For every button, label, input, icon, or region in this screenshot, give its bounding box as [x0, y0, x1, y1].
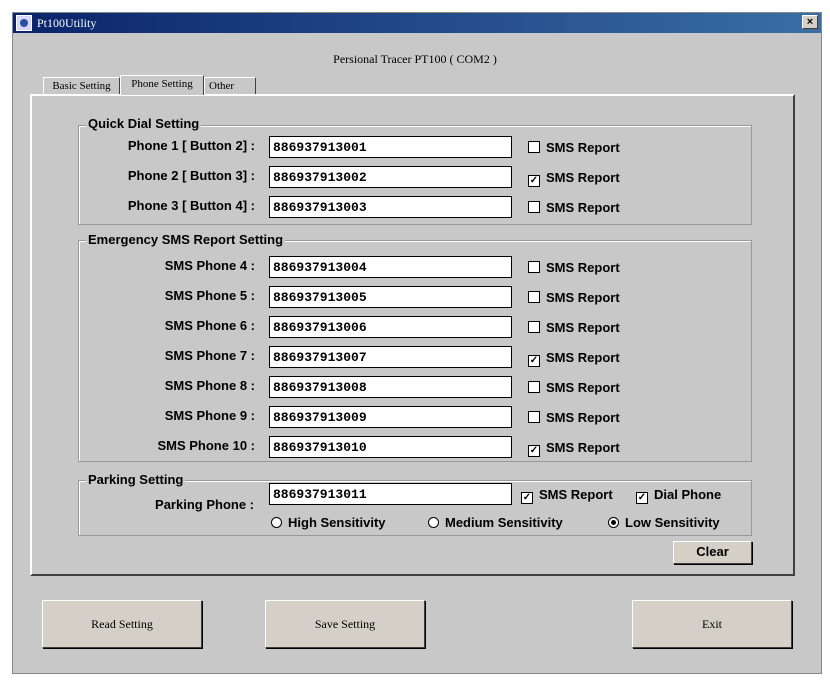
title-bar[interactable]: Pt100Utility × — [13, 13, 821, 33]
radio-low-icon[interactable] — [608, 517, 619, 528]
sms-report-box[interactable] — [528, 411, 540, 423]
sms-report-checkbox[interactable]: SMS Report — [528, 200, 620, 215]
sms-report-label: SMS Report — [546, 320, 620, 335]
close-button[interactable]: × — [802, 15, 818, 29]
tab-basic-setting[interactable]: Basic Setting — [43, 77, 120, 94]
phone-input[interactable]: 886937913001 — [269, 136, 512, 158]
read-setting-button[interactable]: Read Setting — [42, 600, 202, 648]
window-title: Pt100Utility — [37, 16, 97, 30]
app-icon — [16, 15, 32, 31]
phone-label: SMS Phone 10 : — [157, 438, 255, 453]
radio-medium-label: Medium Sensitivity — [445, 515, 563, 530]
parking-sms-box[interactable]: ✓ — [521, 492, 533, 504]
sms-report-box[interactable]: ✓ — [528, 445, 540, 457]
exit-button[interactable]: Exit — [632, 600, 792, 648]
device-label: Persional Tracer PT100 ( COM2 ) — [333, 52, 497, 66]
radio-medium-sensitivity[interactable]: Medium Sensitivity — [428, 515, 563, 530]
radio-low-sensitivity[interactable]: Low Sensitivity — [608, 515, 720, 530]
dial-phone-label: Dial Phone — [654, 487, 722, 502]
phone-label: SMS Phone 6 : — [164, 318, 255, 333]
sms-report-box[interactable] — [528, 141, 540, 153]
parking-phone-input[interactable]: 886937913011 — [269, 483, 512, 505]
dial-phone-checkbox[interactable]: ✓ Dial Phone — [636, 487, 721, 504]
save-setting-button[interactable]: Save Setting — [265, 600, 425, 648]
sms-report-checkbox[interactable]: SMS Report — [528, 320, 620, 335]
parking-title: Parking Setting — [86, 472, 186, 487]
sms-report-checkbox[interactable]: ✓ SMS Report — [528, 350, 620, 367]
radio-high-label: High Sensitivity — [288, 515, 386, 530]
dial-phone-box[interactable]: ✓ — [636, 492, 648, 504]
sms-report-label: SMS Report — [546, 260, 620, 275]
radio-medium-icon[interactable] — [428, 517, 439, 528]
sms-report-checkbox[interactable]: SMS Report — [528, 380, 620, 395]
clear-button[interactable]: Clear — [673, 541, 752, 564]
phone-label: Phone 1 [ Button 2] : — [127, 138, 255, 153]
phone-input[interactable]: 886937913006 — [269, 316, 512, 338]
sms-report-checkbox[interactable]: SMS Report — [528, 290, 620, 305]
sms-report-label: SMS Report — [546, 290, 620, 305]
tab-other[interactable]: Other — [204, 77, 256, 94]
sms-report-checkbox[interactable]: ✓ SMS Report — [528, 170, 620, 187]
parking-sms-checkbox[interactable]: ✓ SMS Report — [521, 487, 613, 504]
sms-report-label: SMS Report — [546, 200, 620, 215]
sms-report-label: SMS Report — [546, 170, 620, 185]
sms-report-label: SMS Report — [546, 350, 620, 365]
phone-label: SMS Phone 8 : — [164, 378, 255, 393]
phone-label: Phone 2 [ Button 3] : — [127, 168, 255, 183]
phone-label: SMS Phone 9 : — [164, 408, 255, 423]
sms-report-box[interactable]: ✓ — [528, 355, 540, 367]
phone-input[interactable]: 886937913008 — [269, 376, 512, 398]
phone-label: SMS Phone 5 : — [164, 288, 255, 303]
phone-label: SMS Phone 4 : — [164, 258, 255, 273]
parking-sms-label: SMS Report — [539, 487, 613, 502]
sms-report-checkbox[interactable]: SMS Report — [528, 410, 620, 425]
phone-input[interactable]: 886937913002 — [269, 166, 512, 188]
phone-label: SMS Phone 7 : — [164, 348, 255, 363]
sms-report-checkbox[interactable]: ✓ SMS Report — [528, 440, 620, 457]
sms-report-checkbox[interactable]: SMS Report — [528, 140, 620, 155]
sms-report-box[interactable] — [528, 321, 540, 333]
phone-input[interactable]: 886937913003 — [269, 196, 512, 218]
sms-report-box[interactable] — [528, 381, 540, 393]
sms-report-checkbox[interactable]: SMS Report — [528, 260, 620, 275]
radio-low-label: Low Sensitivity — [625, 515, 720, 530]
quick-dial-title: Quick Dial Setting — [86, 116, 202, 131]
sms-report-box[interactable] — [528, 261, 540, 273]
phone-input[interactable]: 886937913010 — [269, 436, 512, 458]
phone-label: Phone 3 [ Button 4] : — [127, 198, 255, 213]
tab-phone-setting[interactable]: Phone Setting — [120, 75, 204, 95]
radio-high-sensitivity[interactable]: High Sensitivity — [271, 515, 386, 530]
radio-high-icon[interactable] — [271, 517, 282, 528]
sms-report-box[interactable] — [528, 291, 540, 303]
sms-report-label: SMS Report — [546, 410, 620, 425]
parking-phone-label: Parking Phone : — [155, 497, 254, 512]
phone-input[interactable]: 886937913009 — [269, 406, 512, 428]
emergency-title: Emergency SMS Report Setting — [86, 232, 286, 247]
sms-report-label: SMS Report — [546, 380, 620, 395]
sms-report-box[interactable] — [528, 201, 540, 213]
sms-report-label: SMS Report — [546, 140, 620, 155]
sms-report-label: SMS Report — [546, 440, 620, 455]
phone-input[interactable]: 886937913007 — [269, 346, 512, 368]
phone-input[interactable]: 886937913004 — [269, 256, 512, 278]
sms-report-box[interactable]: ✓ — [528, 175, 540, 187]
phone-input[interactable]: 886937913005 — [269, 286, 512, 308]
